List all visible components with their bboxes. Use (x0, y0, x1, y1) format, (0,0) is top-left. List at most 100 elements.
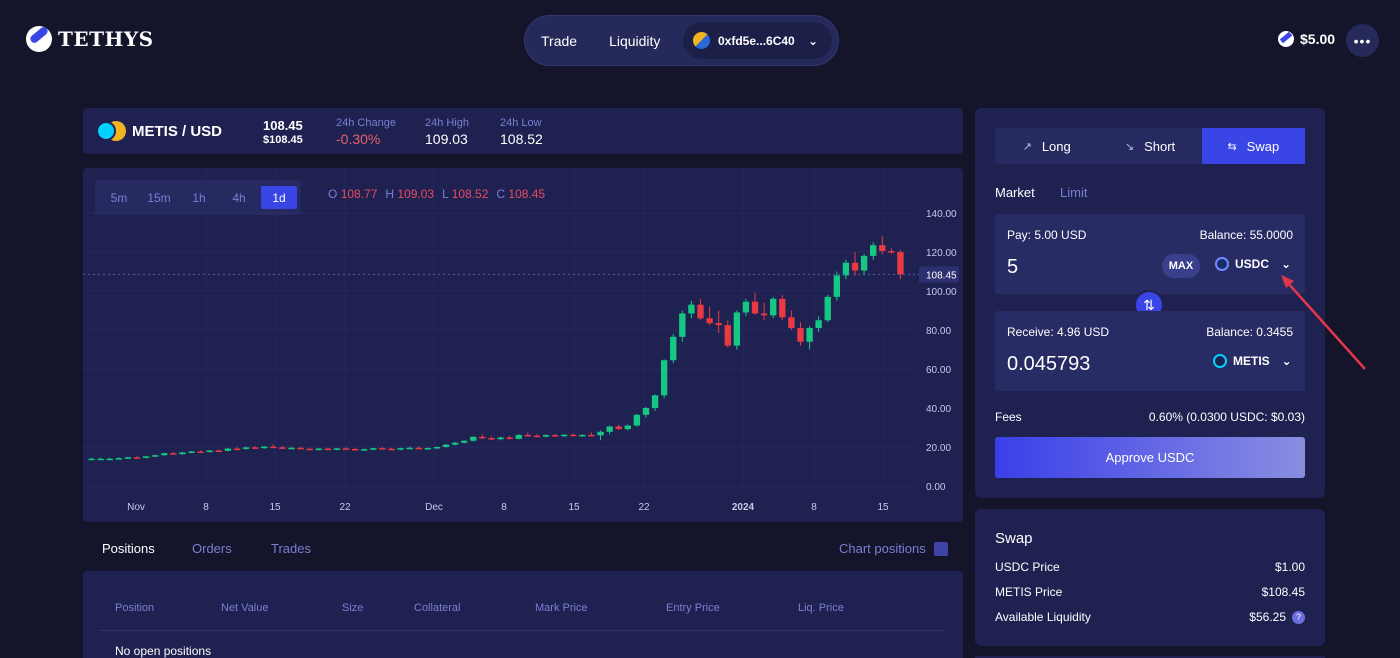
x-tick-label: 2024 (732, 502, 755, 513)
timeframe-1d[interactable]: 1d (261, 186, 297, 209)
candle (461, 440, 468, 443)
help-icon[interactable]: ? (1292, 610, 1305, 624)
approve-button[interactable]: Approve USDC (995, 437, 1305, 478)
order-type-market[interactable]: Market (995, 185, 1035, 200)
chart-positions-checkbox[interactable] (933, 541, 948, 556)
header-balance[interactable]: $5.00 (1278, 31, 1335, 47)
trend-up-icon: ↗ (1022, 140, 1032, 153)
tab-positions[interactable]: Positions (102, 541, 155, 556)
high-label: 24h High (425, 117, 470, 129)
candle (197, 451, 204, 453)
receive-amount[interactable]: 0.045793 (1007, 353, 1090, 376)
x-tick-label: 8 (811, 502, 817, 513)
candle (361, 449, 368, 451)
nav-liquidity[interactable]: Liquidity (609, 33, 660, 49)
pay-token-name: USDC (1235, 257, 1270, 271)
pay-amount-input[interactable]: 5 (1007, 256, 1018, 279)
candle (724, 325, 731, 346)
more-menu-button[interactable]: ••• (1346, 24, 1379, 57)
tab-swap[interactable]: ⇆ Swap (1201, 128, 1305, 164)
tab-trades[interactable]: Trades (271, 541, 311, 556)
swap-arrows-icon: ⇆ (1227, 140, 1237, 153)
receive-box: Receive: 4.96 USD Balance: 0.3455 0.0457… (995, 311, 1305, 391)
tab-orders[interactable]: Orders (192, 541, 232, 556)
trend-down-icon: ↘ (1124, 140, 1135, 153)
candle (733, 312, 741, 346)
max-button[interactable]: MAX (1162, 254, 1200, 278)
candle (606, 426, 613, 432)
pay-balance: Balance: 55.0000 (1199, 228, 1293, 242)
candle (215, 450, 222, 453)
candle (551, 435, 559, 437)
positions-table: Position Net Value Size Collateral Mark … (83, 571, 963, 658)
wallet-address: 0xfd5e...6C40 (718, 33, 795, 48)
candle (588, 434, 595, 437)
candle (161, 453, 168, 456)
candle (333, 448, 341, 450)
candle (524, 434, 531, 437)
candle (142, 456, 150, 458)
receive-token-selector[interactable]: METIS ⌄ (1213, 354, 1292, 368)
nav-trade[interactable]: Trade (541, 33, 577, 49)
candle (242, 447, 250, 449)
candle (288, 447, 295, 450)
pair-name[interactable]: METIS / USD (132, 123, 222, 140)
candle (233, 448, 241, 451)
timeframe-1h[interactable]: 1h (181, 186, 217, 209)
pay-label: Pay: 5.00 USD (1007, 228, 1087, 242)
x-tick-label: 15 (877, 502, 889, 513)
candle (515, 434, 522, 439)
swap-info-title: Swap (995, 530, 1033, 547)
candle (851, 262, 859, 271)
col-collateral: Collateral (414, 602, 461, 614)
candle (170, 453, 177, 455)
wallet-button[interactable]: 0xfd5e...6C40 ⌄ (683, 22, 832, 59)
metis-icon (1213, 354, 1227, 368)
col-size: Size (342, 602, 364, 614)
app-logo[interactable]: TETHYS (26, 26, 154, 52)
receive-label: Receive: 4.96 USD (1007, 325, 1110, 339)
candle (297, 447, 304, 450)
price-chart[interactable]: 140.00 120.00 100.00 80.00 60.00 40.00 20.00 0.… (83, 168, 963, 522)
timeframe-15m[interactable]: 15m (141, 186, 177, 209)
ohlc-readout: O 108.77 H 109.03 L 108.52 C 108.45 (328, 187, 546, 201)
candle (433, 447, 441, 449)
candle (624, 425, 631, 430)
candle (442, 444, 450, 447)
candle (388, 448, 395, 451)
ohlc-high: 109.03 (397, 187, 435, 201)
candle (324, 448, 332, 451)
candle (115, 458, 122, 460)
candle (206, 450, 213, 453)
candle (279, 447, 286, 449)
timeframe-4h[interactable]: 4h (221, 186, 257, 209)
table-divider (99, 630, 945, 631)
tab-long[interactable]: ↗ Long (995, 128, 1098, 164)
candle (824, 296, 831, 321)
candle (860, 255, 868, 271)
candle (879, 245, 886, 252)
last-price: 108.45 (263, 118, 303, 133)
tab-swap-label: Swap (1246, 138, 1280, 154)
app-name: TETHYS (58, 27, 154, 51)
tab-short[interactable]: ↘ Short (1098, 128, 1201, 164)
candle (133, 457, 141, 459)
candle (715, 323, 722, 326)
candle (88, 458, 95, 461)
x-tick-label: Dec (425, 502, 443, 513)
price-chart-panel[interactable]: 140.00 120.00 100.00 80.00 60.00 40.00 20.00 0.… (83, 168, 963, 522)
candle (106, 458, 113, 461)
candle (706, 318, 713, 324)
timeframe-5m[interactable]: 5m (101, 186, 137, 209)
low-label: 24h Low (500, 117, 542, 129)
candle (151, 455, 159, 457)
x-tick-label: Nov (127, 502, 145, 513)
chart-positions-toggle[interactable]: Chart positions (839, 541, 948, 556)
candle (379, 448, 386, 450)
last-price-label: 108.45 (926, 270, 957, 281)
candle (797, 328, 804, 342)
order-type-limit[interactable]: Limit (1060, 185, 1087, 200)
fees-value: 0.60% (0.0300 USDC: $0.03) (1148, 410, 1305, 424)
pay-token-selector[interactable]: USDC ⌄ (1215, 257, 1291, 271)
col-entry-price: Entry Price (666, 602, 720, 614)
